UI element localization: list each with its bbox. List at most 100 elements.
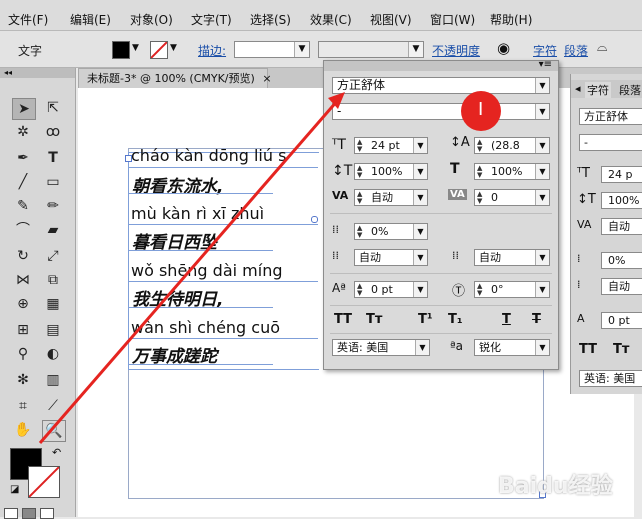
- underline-button[interactable]: T: [502, 312, 511, 327]
- superscript-button[interactable]: T¹: [418, 312, 433, 327]
- eraser-icon[interactable]: ▰: [42, 220, 64, 240]
- panel-collapse-icon[interactable]: ◂: [575, 82, 581, 95]
- language-dropdown[interactable]: 英语: 美国 ▼: [332, 339, 430, 356]
- artboard-tool-icon[interactable]: ⌗: [12, 396, 34, 416]
- scale-tool-icon[interactable]: ⤢: [42, 246, 64, 266]
- selection-handle[interactable]: [311, 216, 318, 223]
- aki-field[interactable]: 自动: [601, 278, 642, 295]
- eyedropper-icon[interactable]: ⚲: [12, 344, 34, 364]
- stroke-link[interactable]: 描边:: [198, 42, 226, 59]
- stepper-icon[interactable]: ▲ ▼: [357, 225, 362, 239]
- kerning-field[interactable]: 自动: [601, 218, 642, 235]
- pen-tool-icon[interactable]: ✒: [12, 148, 34, 168]
- vertical-scale-field[interactable]: ▲ ▼ 100% ▼: [354, 163, 428, 180]
- baseline-shift-field[interactable]: 0 pt: [601, 312, 642, 329]
- mesh-tool-icon[interactable]: ⊞: [12, 320, 34, 340]
- character-link[interactable]: 字符: [533, 42, 557, 59]
- chevron-down-icon[interactable]: ▼: [170, 43, 177, 53]
- zoom-tool-icon[interactable]: 🔍: [42, 420, 66, 442]
- pinyin-line-1[interactable]: cháo kàn dōng liú s: [131, 146, 286, 165]
- type-tool-icon[interactable]: T: [42, 148, 64, 168]
- rectangle-tool-icon[interactable]: ▭: [42, 172, 64, 192]
- envelope-warp-icon[interactable]: ⌓: [597, 40, 607, 55]
- symbol-sprayer-icon[interactable]: ✻: [12, 370, 34, 390]
- leading-field[interactable]: ▲ ▼ (28.8 ▼: [474, 137, 550, 154]
- rotation-field[interactable]: ▲ ▼ 0° ▼: [474, 281, 550, 298]
- selection-handle[interactable]: [125, 155, 132, 162]
- font-family-dropdown[interactable]: 方正舒体 ▼: [332, 77, 550, 94]
- menu-edit[interactable]: 编辑(E): [70, 11, 111, 28]
- tsume-field[interactable]: 0%: [601, 252, 642, 269]
- magic-wand-icon[interactable]: ✲: [12, 122, 34, 142]
- pencil-icon[interactable]: ✏: [42, 196, 64, 216]
- slice-tool-icon[interactable]: ⟋: [42, 396, 64, 416]
- stepper-icon[interactable]: ▲ ▼: [357, 165, 362, 179]
- color-mode-icon[interactable]: [4, 508, 18, 519]
- all-caps-button[interactable]: TT: [334, 312, 352, 327]
- font-family-field[interactable]: 方正舒体: [579, 108, 642, 125]
- menu-effect[interactable]: 效果(C): [310, 11, 352, 28]
- stepper-icon[interactable]: ▲ ▼: [357, 191, 362, 205]
- tab-paragraph[interactable]: 段落: [619, 82, 641, 98]
- document-tab[interactable]: 未标题-3* @ 100% (CMYK/预览) ×: [78, 68, 272, 88]
- all-caps-button[interactable]: TT: [579, 342, 597, 357]
- shape-builder-icon[interactable]: ⊕: [12, 294, 34, 314]
- rotate-tool-icon[interactable]: ↻: [12, 246, 34, 266]
- stepper-icon[interactable]: ▲ ▼: [477, 165, 482, 179]
- font-style-dropdown[interactable]: - ▼: [332, 103, 550, 120]
- menu-object[interactable]: 对象(O): [130, 11, 173, 28]
- pinyin-line-2[interactable]: mù kàn rì xī zhuì: [131, 204, 264, 223]
- subscript-button[interactable]: T₁: [448, 312, 463, 327]
- font-size-field[interactable]: ▲ ▼ 24 pt ▼: [354, 137, 428, 154]
- lasso-icon[interactable]: ꝏ: [42, 122, 64, 142]
- stepper-icon[interactable]: ▲ ▼: [477, 191, 482, 205]
- font-size-field[interactable]: 24 p: [601, 166, 642, 183]
- small-caps-button[interactable]: Tт: [613, 342, 629, 357]
- kerning-field[interactable]: ▲ ▼ 自动 ▼: [354, 189, 428, 206]
- tracking-field[interactable]: ▲ ▼ 0 ▼: [474, 189, 550, 206]
- stroke-weight-dropdown[interactable]: ▼: [234, 41, 310, 58]
- baseline-shift-field[interactable]: ▲ ▼ 0 pt ▼: [354, 281, 428, 298]
- stepper-icon[interactable]: ▲ ▼: [477, 139, 482, 153]
- none-mode-icon[interactable]: [40, 508, 54, 519]
- menu-file[interactable]: 文件(F): [8, 11, 48, 28]
- paintbrush-icon[interactable]: ✎: [12, 196, 34, 216]
- selection-tool-icon[interactable]: ➤: [12, 98, 36, 120]
- width-tool-icon[interactable]: ⋈: [12, 270, 34, 290]
- menu-help[interactable]: 帮助(H): [490, 11, 532, 28]
- blob-brush-icon[interactable]: ⌒: [12, 220, 34, 240]
- tsume-field[interactable]: ▲ ▼ 0% ▼: [354, 223, 428, 240]
- perspective-grid-icon[interactable]: ▦: [42, 294, 64, 314]
- panel-menu-icon[interactable]: ▾≡: [539, 59, 552, 70]
- stepper-icon[interactable]: ▲ ▼: [357, 283, 362, 297]
- aki-left-dropdown[interactable]: 自动 ▼: [354, 249, 428, 266]
- paragraph-link[interactable]: 段落: [564, 42, 588, 59]
- line-tool-icon[interactable]: ╱: [12, 172, 34, 192]
- pinyin-line-3[interactable]: wǒ shēng dài míng: [131, 261, 282, 280]
- font-style-field[interactable]: -: [579, 134, 642, 151]
- horizontal-scale-field[interactable]: ▲ ▼ 100% ▼: [474, 163, 550, 180]
- tab-character[interactable]: 字符: [585, 82, 611, 98]
- menu-select[interactable]: 选择(S): [250, 11, 291, 28]
- graph-tool-icon[interactable]: ▥: [42, 370, 64, 390]
- vertical-scale-field[interactable]: 100%: [601, 192, 642, 209]
- antialias-dropdown[interactable]: 锐化 ▼: [474, 339, 550, 356]
- swap-colors-icon[interactable]: ↶: [52, 446, 61, 459]
- menu-type[interactable]: 文字(T): [191, 11, 232, 28]
- stepper-icon[interactable]: ▲ ▼: [357, 139, 362, 153]
- pinyin-line-4[interactable]: wàn shì chéng cuō: [131, 318, 280, 337]
- menu-window[interactable]: 窗口(W): [430, 11, 475, 28]
- chevron-down-icon[interactable]: ▼: [132, 43, 139, 53]
- collapse-icon[interactable]: ◂◂: [0, 68, 75, 78]
- gradient-tool-icon[interactable]: ▤: [42, 320, 64, 340]
- default-colors-icon[interactable]: ◪: [10, 484, 19, 495]
- menu-view[interactable]: 视图(V): [370, 11, 412, 28]
- hand-tool-icon[interactable]: ✋: [12, 420, 34, 440]
- stroke-color-box[interactable]: [28, 466, 60, 498]
- close-icon[interactable]: ×: [262, 72, 271, 85]
- aki-right-dropdown[interactable]: 自动 ▼: [474, 249, 550, 266]
- gradient-mode-icon[interactable]: [22, 508, 36, 519]
- style-dropdown[interactable]: ▼: [318, 41, 424, 58]
- recolor-icon[interactable]: ◉: [497, 39, 510, 57]
- small-caps-button[interactable]: Tт: [366, 312, 382, 327]
